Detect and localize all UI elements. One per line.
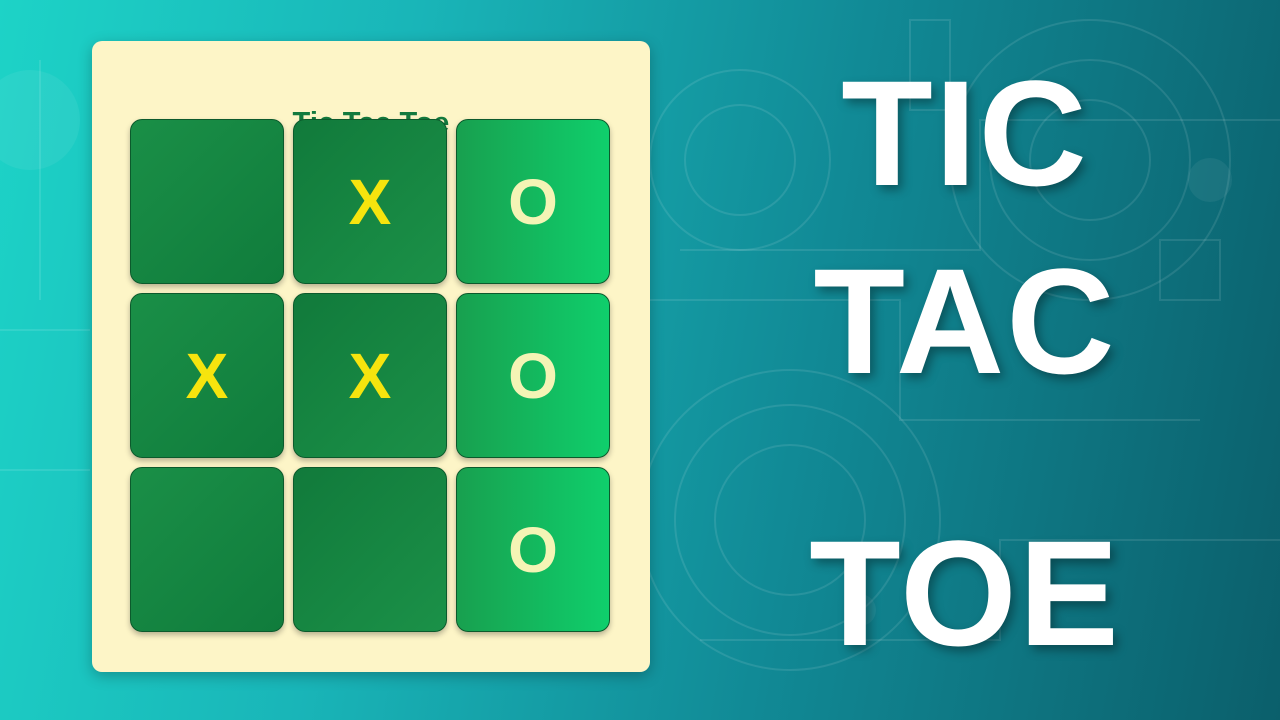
board-cell-8[interactable] <box>293 467 447 632</box>
headline-toe: TOE <box>809 509 1121 677</box>
board-cell-9[interactable]: O <box>456 467 610 632</box>
board-cell-3[interactable]: O <box>456 119 610 284</box>
headline-tac: TAC <box>813 237 1117 405</box>
board-cell-2[interactable]: X <box>293 119 447 284</box>
board-cell-1[interactable] <box>130 119 284 284</box>
headline-tic: TIC <box>841 49 1089 217</box>
board-cell-5[interactable]: X <box>293 293 447 458</box>
board-cell-6[interactable]: O <box>456 293 610 458</box>
board-cell-4[interactable]: X <box>130 293 284 458</box>
game-board-grid: X O X X O O <box>130 119 610 632</box>
game-board-card: Tic Tac Toe X O X X O O <box>92 41 650 672</box>
board-cell-7[interactable] <box>130 467 284 632</box>
